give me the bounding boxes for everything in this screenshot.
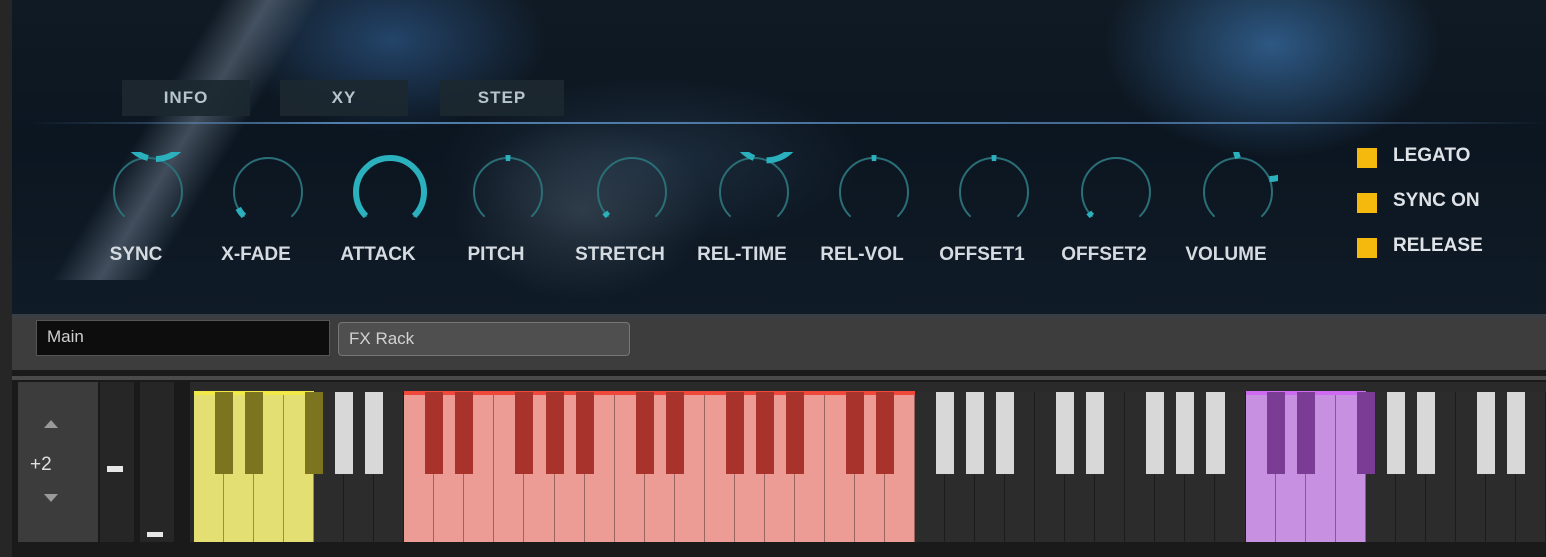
mod-wheel[interactable] <box>140 382 174 542</box>
knob-label-stretch: STRETCH <box>575 244 665 265</box>
knob-label-rel-vol: REL-VOL <box>820 244 904 265</box>
tab-xy[interactable]: XY <box>280 80 408 116</box>
knob-label-volume: VOLUME <box>1185 244 1267 265</box>
legato-checkbox[interactable] <box>1357 148 1377 168</box>
tab-info[interactable]: INFO <box>122 80 250 116</box>
knob-dial-icon <box>353 155 427 219</box>
black-key[interactable] <box>245 392 264 474</box>
knob-offset2[interactable] <box>1054 152 1154 232</box>
keyboard-section: +2 <box>12 370 1546 557</box>
sync-on-label: SYNC ON <box>1393 190 1480 211</box>
knob-rel-vol[interactable] <box>812 152 912 232</box>
knob-dial-icon <box>839 154 909 218</box>
knob-label-sync: SYNC <box>109 244 163 265</box>
black-key[interactable] <box>755 392 774 474</box>
knob-label-x-fade: X-FADE <box>221 244 291 265</box>
black-key[interactable] <box>665 392 684 474</box>
black-key[interactable] <box>845 392 864 474</box>
octave-value: +2 <box>30 454 52 475</box>
black-key[interactable] <box>575 392 594 474</box>
black-key[interactable] <box>455 392 474 474</box>
black-key[interactable] <box>425 392 444 474</box>
knob-label-offset1: OFFSET1 <box>939 244 1025 265</box>
knob-rel-time[interactable] <box>692 152 794 232</box>
octave-control: +2 <box>18 382 98 542</box>
black-key[interactable] <box>1296 392 1315 474</box>
tab-step[interactable]: STEP <box>440 80 564 116</box>
legato-label: LEGATO <box>1393 145 1471 166</box>
knob-dial-icon <box>959 154 1029 218</box>
knob-dial-icon <box>1081 157 1151 219</box>
tab-fx-rack[interactable]: FX Rack <box>338 322 630 356</box>
knob-value-arc <box>235 206 247 219</box>
background-art <box>50 0 354 280</box>
knob-x-fade[interactable] <box>206 152 306 232</box>
black-key[interactable] <box>545 392 564 474</box>
black-key[interactable] <box>365 392 384 474</box>
black-key[interactable] <box>996 392 1015 474</box>
instrument-frame: INFO XY STEP SYNC X-FADE ATTACK PITCH STRETC… <box>0 0 1546 557</box>
knob-dial-icon <box>473 154 543 218</box>
black-key[interactable] <box>1506 392 1525 474</box>
sync-on-toggle[interactable]: SYNC ON <box>1357 190 1546 218</box>
knob-offset1[interactable] <box>932 152 1032 232</box>
knob-attack[interactable] <box>328 152 428 232</box>
black-key[interactable] <box>1416 392 1435 474</box>
knob-dial-icon <box>1203 152 1278 218</box>
octave-down-arrow-icon[interactable] <box>44 494 58 502</box>
knob-dial-icon <box>597 157 667 219</box>
panel-highlight-line <box>32 122 1546 124</box>
pitch-bend-indicator <box>107 466 123 472</box>
knob-volume[interactable] <box>1176 152 1278 232</box>
black-key[interactable] <box>725 392 744 474</box>
knob-sync[interactable] <box>86 152 186 232</box>
black-key[interactable] <box>305 392 324 474</box>
knob-dial-icon <box>113 152 183 218</box>
knob-dial-icon <box>719 152 794 218</box>
black-key[interactable] <box>335 392 354 474</box>
main-panel: INFO XY STEP SYNC X-FADE ATTACK PITCH STRETC… <box>12 0 1546 318</box>
black-key[interactable] <box>936 392 955 474</box>
knob-stretch[interactable] <box>570 152 670 232</box>
black-key[interactable] <box>785 392 804 474</box>
octave-up-arrow-icon[interactable] <box>44 420 58 428</box>
black-key[interactable] <box>1386 392 1405 474</box>
black-key[interactable] <box>1266 392 1285 474</box>
black-key[interactable] <box>1476 392 1495 474</box>
black-key[interactable] <box>966 392 985 474</box>
pitch-bend-wheel[interactable] <box>100 382 134 542</box>
black-key[interactable] <box>1176 392 1195 474</box>
legato-toggle[interactable]: LEGATO <box>1357 145 1546 173</box>
panel-tab-strip: Main FX Rack <box>12 318 1546 370</box>
knob-label-rel-time: REL-TIME <box>697 244 787 265</box>
release-toggle[interactable]: RELEASE <box>1357 235 1546 263</box>
black-key[interactable] <box>515 392 534 474</box>
black-key[interactable] <box>215 392 234 474</box>
knob-value-arc <box>353 155 427 219</box>
sync-on-checkbox[interactable] <box>1357 193 1377 213</box>
release-checkbox[interactable] <box>1357 238 1377 258</box>
knob-value-arc <box>1233 152 1278 182</box>
black-key[interactable] <box>635 392 654 474</box>
black-key[interactable] <box>1146 392 1165 474</box>
black-key[interactable] <box>1056 392 1075 474</box>
knob-dial-icon <box>233 157 303 219</box>
black-key[interactable] <box>1356 392 1375 474</box>
mod-wheel-indicator <box>147 532 163 537</box>
knob-value-arc <box>1086 210 1095 219</box>
black-key[interactable] <box>876 392 895 474</box>
knob-label-pitch: PITCH <box>467 244 525 265</box>
keyboard-top-border <box>12 376 1546 380</box>
black-key[interactable] <box>1086 392 1105 474</box>
tab-main[interactable]: Main <box>36 320 330 356</box>
window-left-edge <box>0 0 12 557</box>
release-label: RELEASE <box>1393 235 1483 256</box>
knob-pitch[interactable] <box>446 152 546 232</box>
knob-label-offset2: OFFSET2 <box>1061 244 1147 265</box>
knob-value-arc <box>602 210 611 219</box>
piano-keyboard <box>190 382 1546 542</box>
black-key[interactable] <box>1206 392 1225 474</box>
